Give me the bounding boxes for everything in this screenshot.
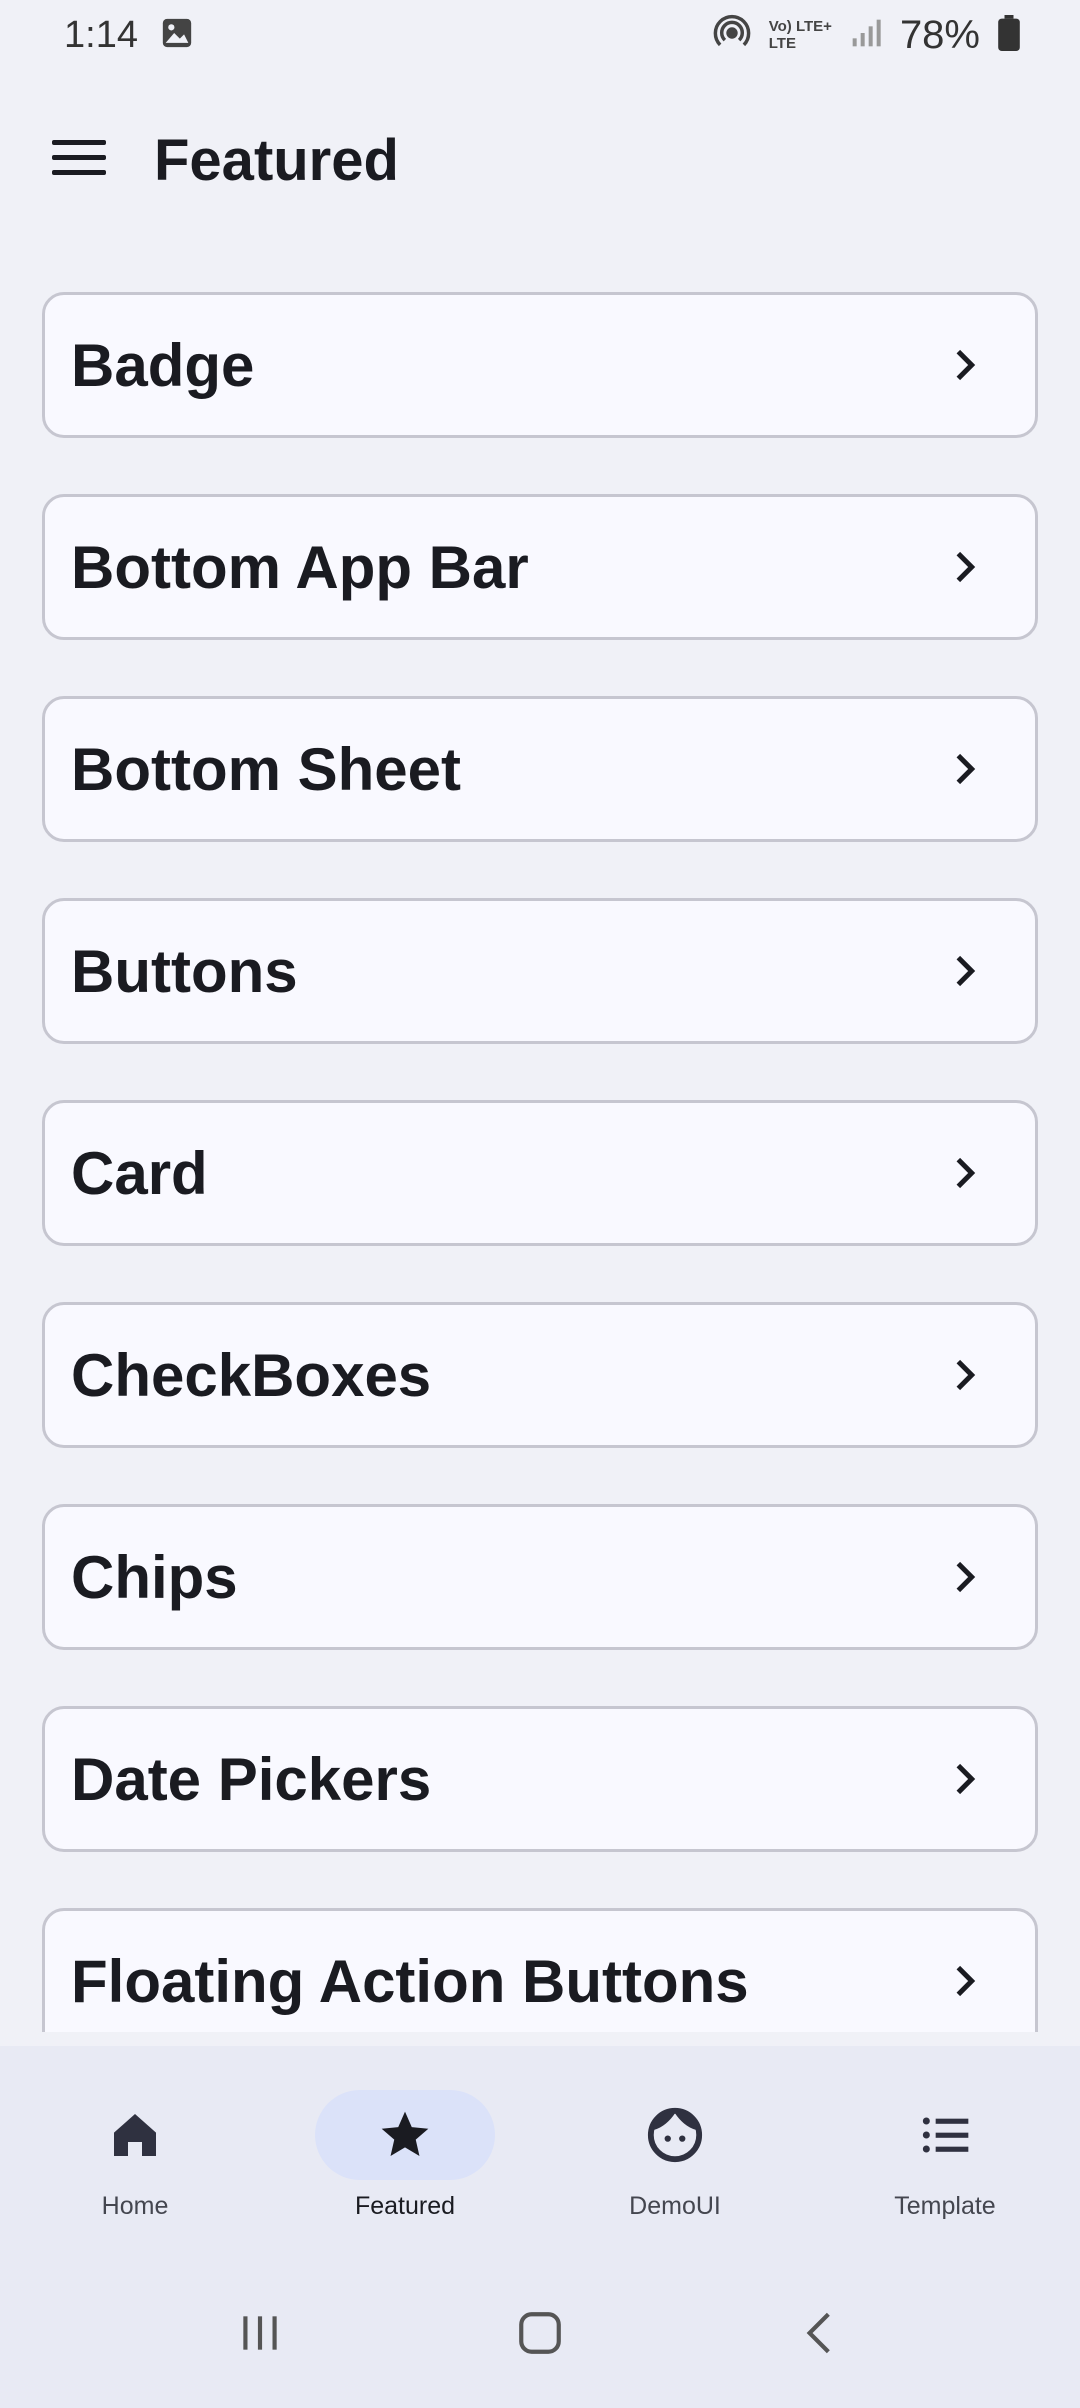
nav-item-home[interactable]: Home: [0, 2046, 270, 2258]
list-item-label: CheckBoxes: [71, 1341, 432, 1409]
list-item-checkboxes[interactable]: CheckBoxes: [42, 1302, 1038, 1448]
component-list: Badge Bottom App Bar Bottom Sheet Button…: [42, 292, 1038, 2032]
nav-label: Home: [101, 2192, 169, 2220]
top-app-bar: Featured: [0, 110, 1080, 210]
nav-item-demoui[interactable]: DemoUI: [540, 2046, 810, 2258]
list-item-bottom-app-bar[interactable]: Bottom App Bar: [42, 494, 1038, 640]
page-title: Featured: [154, 127, 399, 193]
bottom-navigation-bar: Home Featured DemoUI Template: [0, 2046, 1080, 2258]
list-item-chips[interactable]: Chips: [42, 1504, 1038, 1650]
list-icon: [922, 2117, 969, 2153]
chevron-right-icon: [956, 349, 976, 381]
battery-icon: [998, 14, 1020, 56]
home-icon: [114, 2114, 156, 2156]
nav-label: DemoUI: [629, 2192, 721, 2220]
back-button[interactable]: [770, 2293, 870, 2373]
list-item-floating-action-buttons[interactable]: Floating Action Buttons: [42, 1908, 1038, 2032]
chevron-right-icon: [956, 753, 976, 785]
list-item-label: Badge: [71, 331, 255, 399]
star-icon: [381, 2111, 429, 2156]
recents-button[interactable]: [210, 2293, 310, 2373]
nav-label: Template: [894, 2192, 996, 2220]
list-item-label: Chips: [71, 1543, 238, 1611]
recents-icon: [243, 2316, 277, 2350]
active-indicator: [315, 2090, 495, 2180]
back-chevron-icon: [806, 2312, 830, 2354]
chevron-right-icon: [956, 551, 976, 583]
face-icon: [647, 2107, 703, 2163]
menu-button[interactable]: [24, 110, 134, 210]
list-item-label: Bottom App Bar: [71, 533, 529, 601]
home-square-icon: [519, 2312, 561, 2354]
list-item-label: Buttons: [71, 937, 298, 1005]
home-button[interactable]: [490, 2293, 590, 2373]
list-item-label: Bottom Sheet: [71, 735, 461, 803]
status-time: 1:14: [64, 13, 138, 56]
chevron-right-icon: [956, 1359, 976, 1391]
nav-item-featured[interactable]: Featured: [270, 2046, 540, 2258]
list-item-label: Date Pickers: [71, 1745, 432, 1813]
chevron-right-icon: [956, 1965, 976, 1997]
list-item-date-pickers[interactable]: Date Pickers: [42, 1706, 1038, 1852]
chevron-right-icon: [956, 1561, 976, 1593]
list-item-buttons[interactable]: Buttons: [42, 898, 1038, 1044]
gallery-notification-icon: [160, 16, 194, 55]
chevron-right-icon: [956, 955, 976, 987]
system-navigation-bar: [0, 2258, 1080, 2408]
status-bar: 1:14 Vo) LTE+ LTE 78%: [0, 0, 1080, 70]
network-type: Vo) LTE+ LTE: [768, 18, 832, 52]
hamburger-menu-icon: [52, 138, 106, 183]
chevron-right-icon: [956, 1157, 976, 1189]
list-item-bottom-sheet[interactable]: Bottom Sheet: [42, 696, 1038, 842]
hotspot-icon: [713, 14, 751, 57]
list-item-label: Card: [71, 1139, 208, 1207]
list-item-card[interactable]: Card: [42, 1100, 1038, 1246]
chevron-right-icon: [956, 1763, 976, 1795]
list-item-badge[interactable]: Badge: [42, 292, 1038, 438]
nav-label: Featured: [354, 2192, 456, 2220]
battery-percent: 78%: [899, 12, 980, 57]
list-item-label: Floating Action Buttons: [71, 1947, 749, 2015]
nav-item-template[interactable]: Template: [810, 2046, 1080, 2258]
signal-icon: [850, 17, 882, 54]
